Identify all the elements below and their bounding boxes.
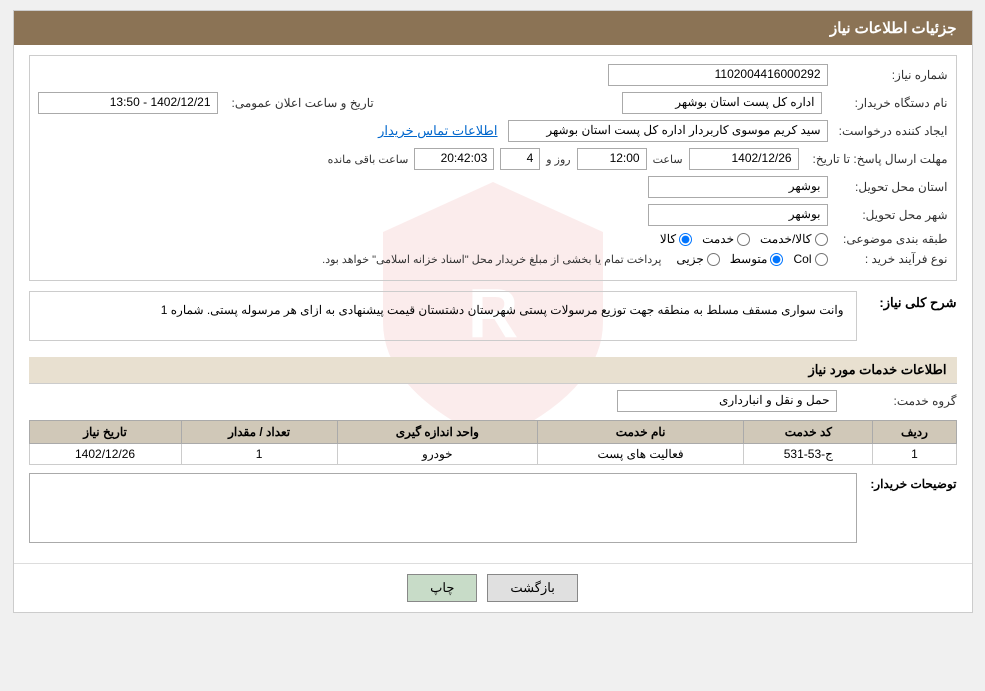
sharh-label: شرح کلی نیاز: bbox=[857, 291, 957, 311]
nooe-col-label: Col bbox=[793, 252, 811, 266]
ostan-tahvil-label: استان محل تحویل: bbox=[828, 180, 948, 194]
sharh-text: وانت سواری مسقف مسلط به منطقه جهت توزیع … bbox=[29, 291, 857, 341]
nooe-jozyi-label: جزیی bbox=[676, 252, 703, 266]
cell-radif: 1 bbox=[873, 444, 956, 465]
buttons-row: بازگشت چاپ bbox=[14, 563, 972, 612]
radio-col[interactable]: Col bbox=[793, 252, 827, 266]
mohlat-roz-label: روز و bbox=[546, 153, 570, 166]
col-radif: ردیف bbox=[873, 421, 956, 444]
radio-kala-khedmat[interactable]: کالا/خدمت bbox=[760, 232, 827, 246]
mohlat-saat: 12:00 bbox=[577, 148, 647, 170]
col-date: تاریخ نیاز bbox=[29, 421, 181, 444]
col-code: کد خدمت bbox=[744, 421, 873, 444]
mohlat-label: مهلت ارسال پاسخ: تا تاریخ: bbox=[805, 152, 948, 166]
description-section: توضیحات خریدار: bbox=[29, 473, 957, 543]
back-button[interactable]: بازگشت bbox=[487, 574, 577, 602]
date-label: تاریخ و ساعت اعلان عمومی: bbox=[224, 96, 374, 110]
cell-date: 1402/12/26 bbox=[29, 444, 181, 465]
shahr-tahvil-value: بوشهر bbox=[648, 204, 828, 226]
cell-name: فعالیت های پست bbox=[537, 444, 743, 465]
tabaqe-label: طبقه بندی موضوعی: bbox=[828, 232, 948, 246]
description-textarea[interactable] bbox=[29, 473, 857, 543]
etelaaat-link[interactable]: اطلاعات تماس خریدار bbox=[378, 123, 497, 139]
mohlat-saat-label: ساعت bbox=[653, 153, 683, 166]
tabaqe-kala-label: کالا bbox=[660, 232, 676, 246]
col-count: تعداد / مقدار bbox=[181, 421, 337, 444]
group-value: حمل و نقل و انبارداری bbox=[617, 390, 837, 412]
naam-dastgah-label: نام دستگاه خریدار: bbox=[828, 96, 948, 110]
group-label: گروه خدمت: bbox=[837, 394, 957, 408]
nooe-motawaset-label: متوسط bbox=[730, 252, 768, 266]
cell-unit: خودرو bbox=[337, 444, 537, 465]
page-header: جزئیات اطلاعات نیاز bbox=[14, 11, 972, 45]
ijad-konande-label: ایجاد کننده درخواست: bbox=[828, 124, 948, 138]
table-row: 1 ج-53-531 فعالیت های پست خودرو 1 1402/1… bbox=[29, 444, 956, 465]
shahr-tahvil-label: شهر محل تحویل: bbox=[828, 208, 948, 222]
col-unit: واحد اندازه گیری bbox=[337, 421, 537, 444]
naam-dastgah-value: اداره کل پست استان بوشهر bbox=[622, 92, 822, 114]
services-table: ردیف کد خدمت نام خدمت واحد اندازه گیری ت… bbox=[29, 420, 957, 465]
description-label: توضیحات خریدار: bbox=[857, 473, 957, 491]
radio-khedmat[interactable]: خدمت bbox=[702, 232, 750, 246]
date-value: 1402/12/21 - 13:50 bbox=[38, 92, 218, 114]
nooe-farayand-label: نوع فرآیند خرید : bbox=[828, 252, 948, 266]
cell-count: 1 bbox=[181, 444, 337, 465]
col-name: نام خدمت bbox=[537, 421, 743, 444]
payment-note: پرداخت تمام یا بخشی از مبلغ خریدار محل "… bbox=[322, 253, 661, 266]
mohlat-date: 1402/12/26 bbox=[689, 148, 799, 170]
ijad-konande-value: سید کریم موسوی کاربردار اداره کل پست است… bbox=[508, 120, 828, 142]
print-button[interactable]: چاپ bbox=[407, 574, 477, 602]
tabaqe-khedmat-label: خدمت bbox=[702, 232, 734, 246]
mohlat-saat2-label: ساعت باقی مانده bbox=[328, 153, 409, 166]
ostan-tahvil-value: بوشهر bbox=[648, 176, 828, 198]
tabaqe-kala-khedmat-label: کالا/خدمت bbox=[760, 232, 811, 246]
radio-jozyi[interactable]: جزیی bbox=[676, 252, 719, 266]
shomara-niaz-value: 1102004416000292 bbox=[608, 64, 828, 86]
khadamat-title: اطلاعات خدمات مورد نیاز bbox=[29, 357, 957, 384]
cell-code: ج-53-531 bbox=[744, 444, 873, 465]
mohlat-roz: 4 bbox=[500, 148, 540, 170]
shomara-niaz-label: شماره نیاز: bbox=[828, 68, 948, 82]
page-title: جزئیات اطلاعات نیاز bbox=[830, 20, 957, 37]
radio-motawaset[interactable]: متوسط bbox=[730, 252, 784, 266]
mohlat-saat2: 20:42:03 bbox=[414, 148, 494, 170]
radio-kala[interactable]: کالا bbox=[660, 232, 692, 246]
